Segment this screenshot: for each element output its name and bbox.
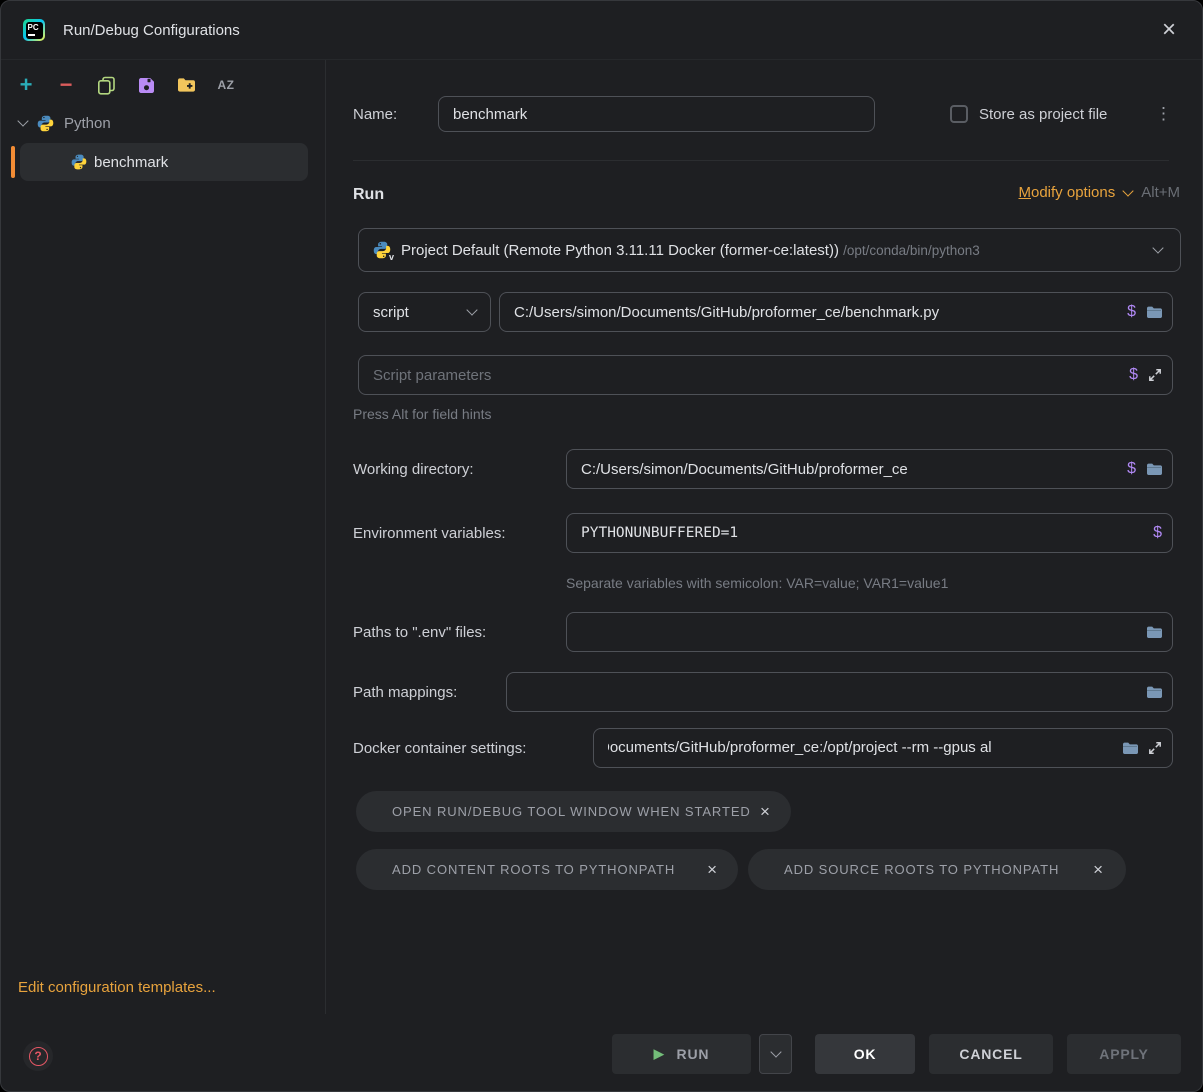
store-as-project-file-checkbox[interactable] <box>950 105 968 123</box>
kebab-menu-icon[interactable]: ⋮ <box>1155 104 1172 124</box>
modify-options-shortcut: Alt+M <box>1141 184 1180 201</box>
browse-folder-icon[interactable] <box>1146 305 1162 319</box>
pill-label: ADD CONTENT ROOTS TO PYTHONPATH <box>392 862 675 877</box>
docker-container-settings-value: Documents/GitHub/proformer_ce:/opt/proje… <box>608 739 1112 757</box>
working-directory-input[interactable] <box>581 461 1117 478</box>
chevron-down-icon <box>1152 242 1163 253</box>
tree-root-label: Python <box>64 115 111 132</box>
new-folder-button[interactable] <box>176 75 196 95</box>
ok-button[interactable]: OK <box>815 1034 915 1074</box>
interpreter-select[interactable]: v Project Default (Remote Python 3.11.11… <box>358 228 1181 272</box>
close-icon[interactable]: × <box>760 803 771 820</box>
pill-label: OPEN RUN/DEBUG TOOL WINDOW WHEN STARTED <box>392 804 751 819</box>
env-files-label: Paths to ".env" files: <box>353 612 486 652</box>
modify-options-control[interactable]: Modify options Alt+M <box>1019 184 1181 201</box>
target-type-value: script <box>373 304 458 321</box>
environment-variables-field[interactable]: $ <box>566 513 1173 553</box>
environment-variables-input[interactable] <box>581 525 1143 541</box>
python-icon <box>37 115 54 132</box>
browse-folder-icon[interactable] <box>1146 462 1162 476</box>
environment-variables-label: Environment variables: <box>353 513 506 553</box>
name-label: Name: <box>353 94 397 134</box>
configurations-sidebar: + − AZ <box>1 60 326 1014</box>
close-icon[interactable]: × <box>1154 15 1184 45</box>
env-files-field[interactable] <box>566 612 1173 652</box>
name-field[interactable] <box>438 96 875 132</box>
expand-field-icon[interactable] <box>1148 368 1162 382</box>
dialog-title: Run/Debug Configurations <box>63 22 240 39</box>
python-interpreter-icon: v <box>373 241 391 259</box>
expand-field-icon[interactable] <box>1148 741 1162 755</box>
target-type-select[interactable]: script <box>358 292 491 332</box>
tree-node-python[interactable]: Python <box>1 106 111 140</box>
macro-dollar-icon[interactable]: $ <box>1129 366 1138 384</box>
selection-indicator <box>11 146 15 178</box>
run-button[interactable]: ▶ RUN <box>612 1034 751 1074</box>
browse-folder-icon[interactable] <box>1122 741 1138 755</box>
play-icon: ▶ <box>654 1046 665 1062</box>
help-button[interactable]: ? <box>23 1041 53 1071</box>
script-parameters-input[interactable] <box>373 367 1119 384</box>
script-path-input[interactable] <box>514 304 1117 321</box>
tree-item-label: benchmark <box>94 154 168 171</box>
chevron-down-icon <box>17 115 28 126</box>
python-icon <box>71 154 87 170</box>
working-directory-field[interactable]: $ <box>566 449 1173 489</box>
path-mappings-label: Path mappings: <box>353 672 457 712</box>
name-input[interactable] <box>453 106 864 123</box>
macro-dollar-icon[interactable]: $ <box>1127 303 1136 321</box>
run-options-chevron-button[interactable] <box>759 1034 792 1074</box>
path-mappings-input[interactable] <box>521 684 1136 701</box>
copy-configuration-button[interactable] <box>96 75 116 95</box>
tree-item-benchmark[interactable]: benchmark <box>20 143 308 181</box>
title-bar: PC Run/Debug Configurations × <box>1 1 1202 60</box>
field-hint-text: Press Alt for field hints <box>353 406 492 422</box>
script-path-field[interactable]: $ <box>499 292 1173 332</box>
browse-folder-icon[interactable] <box>1146 625 1162 639</box>
docker-container-settings-field[interactable]: Documents/GitHub/proformer_ce:/opt/proje… <box>593 728 1173 768</box>
configuration-form: Name: Store as project file ⋮ Run Modify… <box>327 60 1203 1014</box>
env-files-input[interactable] <box>581 624 1136 641</box>
sidebar-toolbar: + − AZ <box>1 68 236 102</box>
script-parameters-field[interactable]: $ <box>358 355 1173 395</box>
cancel-button[interactable]: CANCEL <box>929 1034 1053 1074</box>
edit-configuration-templates-link[interactable]: Edit configuration templates... <box>18 979 216 996</box>
close-icon[interactable]: × <box>1093 861 1104 878</box>
save-configuration-button[interactable] <box>136 75 156 95</box>
path-mappings-field[interactable] <box>506 672 1173 712</box>
docker-container-settings-label: Docker container settings: <box>353 728 526 768</box>
store-as-project-file-label: Store as project file <box>979 94 1107 134</box>
chevron-down-icon <box>466 304 477 315</box>
chevron-down-icon <box>770 1046 781 1057</box>
pill-open-run-debug-tool-window[interactable]: OPEN RUN/DEBUG TOOL WINDOW WHEN STARTED … <box>356 791 791 832</box>
pill-add-source-roots[interactable]: ADD SOURCE ROOTS TO PYTHONPATH × <box>748 849 1126 890</box>
pill-label: ADD SOURCE ROOTS TO PYTHONPATH <box>784 862 1059 877</box>
add-configuration-button[interactable]: + <box>16 75 36 95</box>
help-icon: ? <box>29 1047 48 1066</box>
chevron-down-icon <box>1123 185 1134 196</box>
run-section-title: Run <box>353 186 384 204</box>
pycharm-logo-icon: PC <box>23 19 45 41</box>
run-button-label: RUN <box>677 1046 710 1062</box>
pill-add-content-roots[interactable]: ADD CONTENT ROOTS TO PYTHONPATH × <box>356 849 738 890</box>
remove-configuration-button[interactable]: − <box>56 75 76 95</box>
close-icon[interactable]: × <box>707 861 718 878</box>
working-directory-label: Working directory: <box>353 449 474 489</box>
browse-folder-icon[interactable] <box>1146 685 1162 699</box>
sort-alphabetically-button[interactable]: AZ <box>216 75 236 95</box>
run-debug-configurations-dialog: PC Run/Debug Configurations × + − <box>0 0 1203 1092</box>
environment-variables-hint: Separate variables with semicolon: VAR=v… <box>566 575 948 591</box>
apply-button[interactable]: APPLY <box>1067 1034 1181 1074</box>
modify-options-link[interactable]: Modify options <box>1019 184 1116 201</box>
interpreter-value: Project Default (Remote Python 3.11.11 D… <box>401 242 1144 259</box>
macro-dollar-icon[interactable]: $ <box>1127 460 1136 478</box>
divider <box>353 160 1169 161</box>
macro-dollar-icon[interactable]: $ <box>1153 524 1162 542</box>
